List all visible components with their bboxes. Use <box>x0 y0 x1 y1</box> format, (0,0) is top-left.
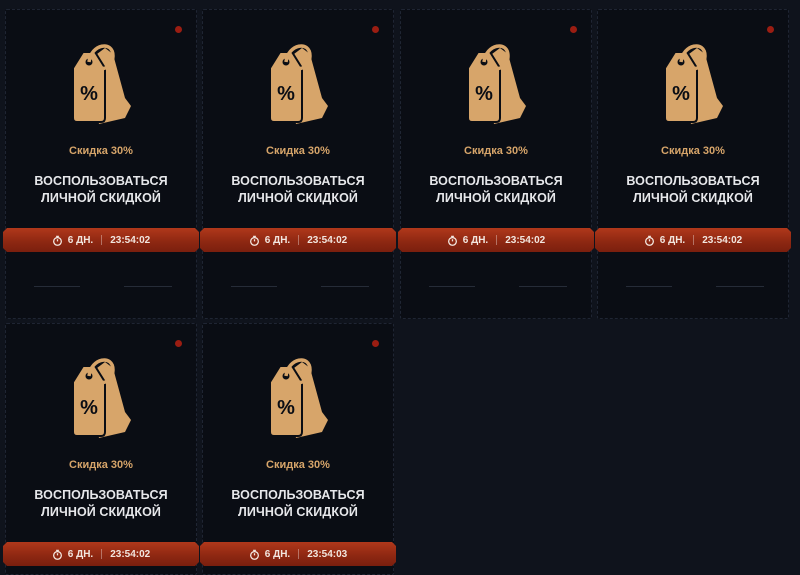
discount-card[interactable]: % Скидка 30% ВОСПОЛЬЗОВАТЬСЯ ЛИЧНОЙ СКИД… <box>400 9 592 319</box>
discount-tag-icon: % <box>664 44 723 124</box>
timer-days: 6 ДН. <box>462 234 489 246</box>
discount-tag-icon: % <box>269 358 328 438</box>
use-discount-text: ВОСПОЛЬЗОВАТЬСЯ ЛИЧНОЙ СКИДКОЙ <box>34 488 168 519</box>
footer-lines <box>598 286 788 288</box>
timer-time: 23:54:02 <box>505 234 546 246</box>
discount-label: Скидка 30% <box>464 145 528 157</box>
status-dot <box>372 26 379 33</box>
timer-days: 6 ДН. <box>264 234 291 246</box>
discount-label: Скидка 30% <box>69 459 133 471</box>
use-discount-text: ВОСПОЛЬЗОВАТЬСЯ ЛИЧНОЙ СКИДКОЙ <box>231 174 365 205</box>
svg-text:%: % <box>277 397 295 419</box>
stopwatch-icon <box>52 549 63 560</box>
svg-text:%: % <box>475 83 493 105</box>
stopwatch-icon <box>644 235 655 246</box>
status-dot <box>175 340 182 347</box>
discount-card[interactable]: % Скидка 30% ВОСПОЛЬЗОВАТЬСЯ ЛИЧНОЙ СКИД… <box>5 323 197 575</box>
status-dot <box>767 26 774 33</box>
countdown-timer: 6 ДН. 23:54:02 <box>595 228 791 252</box>
timer-separator <box>298 549 299 559</box>
timer-separator <box>496 235 497 245</box>
discount-card[interactable]: % Скидка 30% ВОСПОЛЬЗОВАТЬСЯ ЛИЧНОЙ СКИД… <box>202 323 394 575</box>
timer-time: 23:54:02 <box>110 548 151 560</box>
discount-label: Скидка 30% <box>69 145 133 157</box>
discount-tag-icon: % <box>269 44 328 124</box>
discount-label: Скидка 30% <box>661 145 725 157</box>
discount-label: Скидка 30% <box>266 145 330 157</box>
timer-separator <box>298 235 299 245</box>
use-discount-text: ВОСПОЛЬЗОВАТЬСЯ ЛИЧНОЙ СКИДКОЙ <box>429 174 563 205</box>
countdown-timer: 6 ДН. 23:54:02 <box>398 228 594 252</box>
discount-card[interactable]: % Скидка 30% ВОСПОЛЬЗОВАТЬСЯ ЛИЧНОЙ СКИД… <box>5 9 197 319</box>
timer-days: 6 ДН. <box>264 548 291 560</box>
discount-card[interactable]: % Скидка 30% ВОСПОЛЬЗОВАТЬСЯ ЛИЧНОЙ СКИД… <box>202 9 394 319</box>
timer-days: 6 ДН. <box>67 548 94 560</box>
countdown-timer: 6 ДН. 23:54:02 <box>3 542 199 566</box>
countdown-timer: 6 ДН. 23:54:03 <box>200 542 396 566</box>
use-discount-text: ВОСПОЛЬЗОВАТЬСЯ ЛИЧНОЙ СКИДКОЙ <box>231 488 365 519</box>
timer-time: 23:54:02 <box>110 234 151 246</box>
stopwatch-icon <box>249 549 260 560</box>
footer-lines <box>401 286 591 288</box>
footer-lines <box>203 286 393 288</box>
discount-tag-icon: % <box>72 44 131 124</box>
discount-grid: % Скидка 30% ВОСПОЛЬЗОВАТЬСЯ ЛИЧНОЙ СКИД… <box>0 0 800 575</box>
discount-tag-icon: % <box>467 44 526 124</box>
svg-text:%: % <box>672 83 690 105</box>
footer-lines <box>6 286 196 288</box>
stopwatch-icon <box>249 235 260 246</box>
status-dot <box>372 340 379 347</box>
countdown-timer: 6 ДН. 23:54:02 <box>200 228 396 252</box>
timer-separator <box>693 235 694 245</box>
discount-label: Скидка 30% <box>266 459 330 471</box>
countdown-timer: 6 ДН. 23:54:02 <box>3 228 199 252</box>
timer-time: 23:54:02 <box>307 234 348 246</box>
use-discount-text: ВОСПОЛЬЗОВАТЬСЯ ЛИЧНОЙ СКИДКОЙ <box>626 174 760 205</box>
discount-card[interactable]: % Скидка 30% ВОСПОЛЬЗОВАТЬСЯ ЛИЧНОЙ СКИД… <box>597 9 789 319</box>
timer-separator <box>101 235 102 245</box>
status-dot <box>175 26 182 33</box>
timer-separator <box>101 549 102 559</box>
stopwatch-icon <box>52 235 63 246</box>
stopwatch-icon <box>447 235 458 246</box>
svg-text:%: % <box>80 83 98 105</box>
timer-days: 6 ДН. <box>659 234 686 246</box>
status-dot <box>570 26 577 33</box>
svg-text:%: % <box>80 397 98 419</box>
timer-days: 6 ДН. <box>67 234 94 246</box>
timer-time: 23:54:03 <box>307 548 348 560</box>
discount-tag-icon: % <box>72 358 131 438</box>
timer-time: 23:54:02 <box>702 234 743 246</box>
use-discount-text: ВОСПОЛЬЗОВАТЬСЯ ЛИЧНОЙ СКИДКОЙ <box>34 174 168 205</box>
svg-text:%: % <box>277 83 295 105</box>
